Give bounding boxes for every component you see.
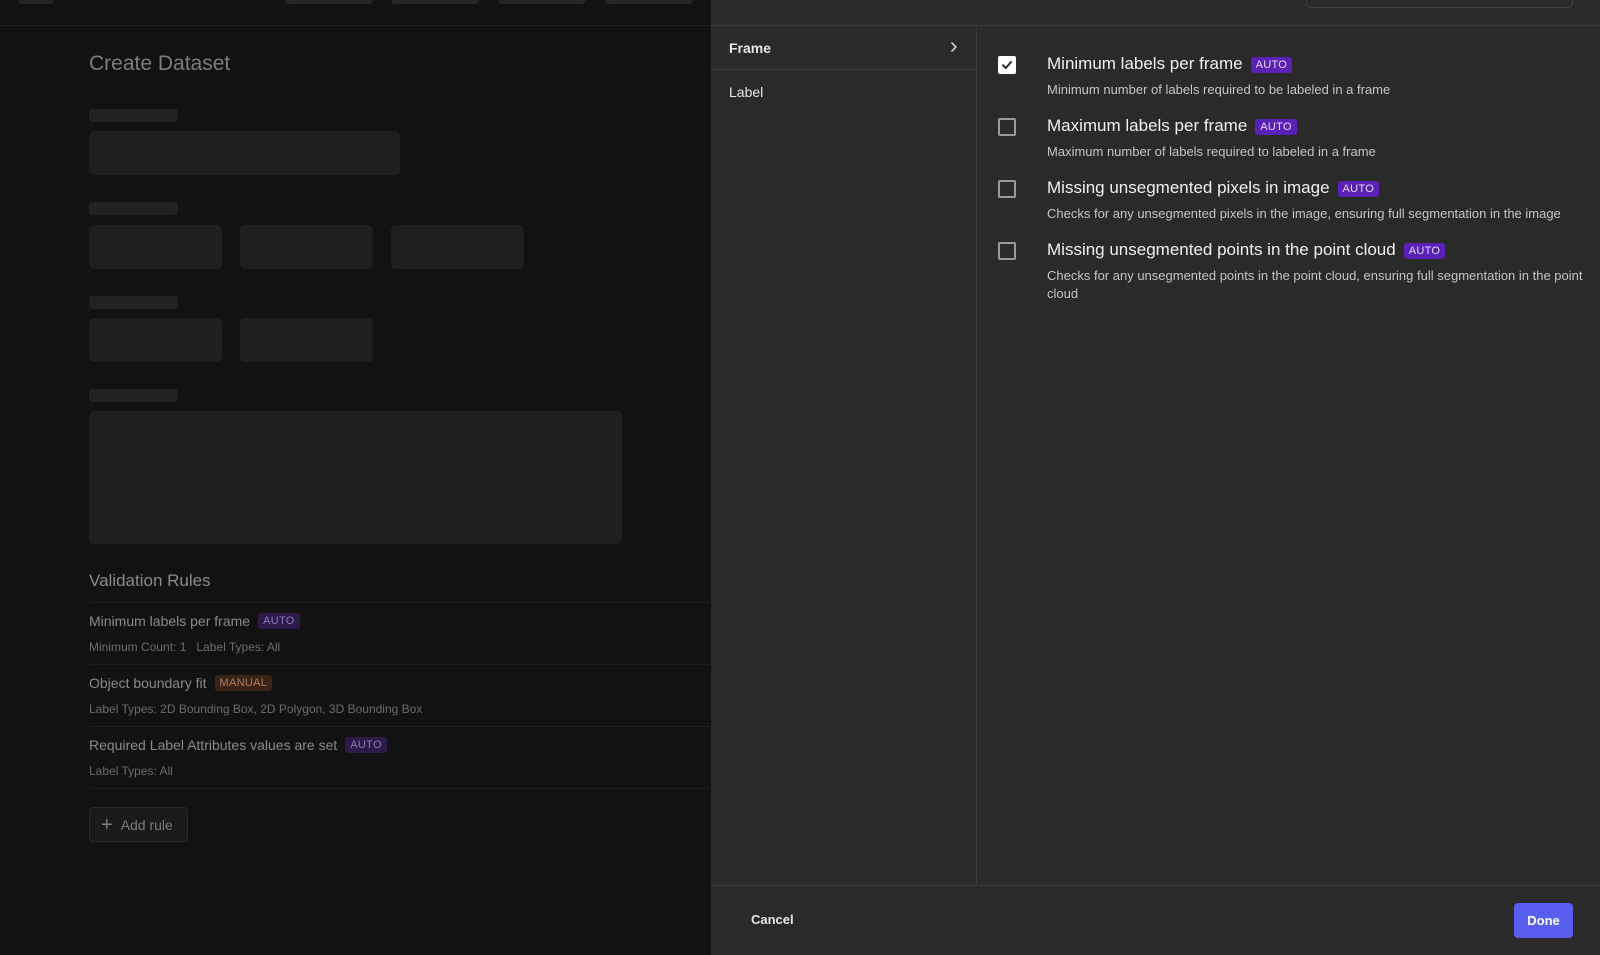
divider (89, 664, 711, 665)
add-rule-button[interactable]: + Add rule (89, 807, 188, 842)
skeleton-input (89, 131, 400, 175)
rule-option-title: Missing unsegmented points in the point … (1047, 240, 1446, 260)
rule-name: Minimum labels per frame (89, 612, 251, 629)
plus-icon: + (101, 813, 113, 836)
nav-placeholder (391, 0, 479, 4)
manual-badge: MANUAL (214, 674, 273, 691)
skeleton-option (240, 318, 373, 362)
divider (89, 788, 711, 789)
category-list: Frame Label (711, 26, 977, 885)
modal-footer: Cancel Done (711, 885, 1600, 955)
rule-option-description: Maximum number of labels required to lab… (1047, 144, 1376, 159)
validation-rules-title: Validation Rules (89, 571, 211, 590)
divider (89, 726, 711, 727)
rule-item: Required Label Attributes values are set… (89, 736, 387, 778)
checkmark-icon (1002, 61, 1012, 69)
rule-option-name: Maximum labels per frame (1047, 116, 1248, 135)
rule-name: Object boundary fit (89, 674, 207, 691)
skeleton-textarea (89, 411, 622, 544)
skeleton-label (89, 202, 178, 215)
modal-header (711, 0, 1600, 26)
add-rule-modal: Frame Label Minimum labels per frame AUTO… (711, 0, 1600, 955)
rule-item: Object boundary fit MANUAL Label Types: 2… (89, 674, 422, 716)
rule-checkbox[interactable] (998, 56, 1016, 74)
auto-badge: AUTO (1250, 56, 1293, 73)
rule-option-description: Checks for any unsegmented points in the… (1047, 268, 1583, 301)
done-button[interactable]: Done (1514, 903, 1573, 938)
rule-checkbox[interactable] (998, 180, 1016, 198)
divider (89, 602, 711, 603)
top-bar (0, 0, 711, 26)
rule-option-description: Checks for any unsegmented pixels in the… (1047, 206, 1561, 221)
rule-option-description: Minimum number of labels required to be … (1047, 82, 1391, 97)
rule-item: Minimum labels per frame AUTO Minimum Cou… (89, 612, 300, 654)
rule-option-title: Maximum labels per frame AUTO (1047, 116, 1297, 136)
chevron-right-icon (951, 42, 957, 52)
auto-badge: AUTO (1337, 180, 1380, 197)
search-input[interactable] (1306, 0, 1573, 8)
rule-details: Label Types: 2D Bounding Box, 2D Polygon… (89, 702, 423, 716)
category-label: Label (729, 84, 764, 100)
rule-details: Minimum Count: 1 Label Types: All (89, 640, 281, 654)
rule-name: Required Label Attributes values are set (89, 736, 338, 753)
skeleton-option (89, 225, 222, 269)
skeleton-label (89, 389, 178, 402)
skeleton-label (89, 296, 178, 309)
auto-badge: AUTO (345, 736, 387, 753)
rule-option-name: Minimum labels per frame (1047, 54, 1243, 73)
nav-placeholder (605, 0, 693, 4)
category-label: Frame (729, 39, 772, 56)
page-title: Create Dataset (89, 52, 231, 75)
cancel-button[interactable]: Cancel (751, 912, 794, 927)
rule-option-name: Missing unsegmented pixels in image (1047, 178, 1330, 197)
rule-details: Label Types: All (89, 764, 173, 778)
rule-option-name: Missing unsegmented points in the point … (1047, 240, 1396, 259)
rule-option-title: Minimum labels per frame AUTO (1047, 54, 1293, 74)
add-rule-label: Add rule (120, 816, 173, 833)
skeleton-option (240, 225, 373, 269)
skeleton-option (89, 318, 222, 362)
category-label-item[interactable]: Label (711, 70, 977, 114)
background-page: Create Dataset Validation Rules Minimum … (0, 0, 711, 955)
category-frame[interactable]: Frame (711, 26, 977, 70)
skeleton-label (89, 109, 178, 122)
nav-placeholder (498, 0, 586, 4)
rule-checkbox[interactable] (998, 118, 1016, 136)
logo-placeholder (18, 0, 54, 4)
auto-badge: AUTO (1403, 242, 1446, 259)
auto-badge: AUTO (1255, 118, 1297, 135)
app-root: Create Dataset Validation Rules Minimum … (0, 0, 1600, 955)
nav-placeholder (285, 0, 373, 4)
auto-badge: AUTO (258, 612, 300, 629)
skeleton-option (391, 225, 524, 269)
rule-checkbox[interactable] (998, 242, 1016, 260)
rule-option-title: Missing unsegmented pixels in image AUTO (1047, 178, 1380, 198)
